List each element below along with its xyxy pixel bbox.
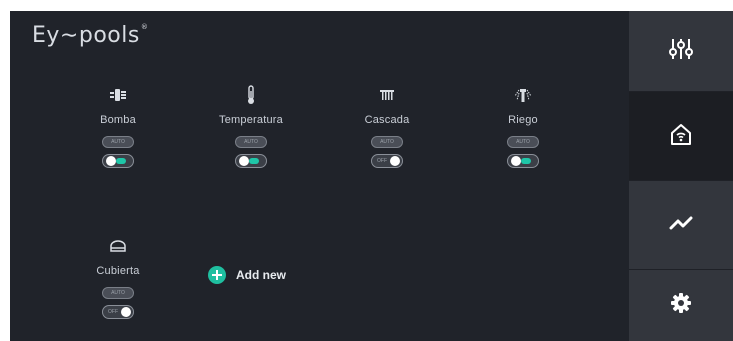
device-card-temperatura[interactable]: Temperatura AUTO — [201, 84, 301, 168]
toggle-off-text: OFF — [377, 158, 387, 164]
auto-mode-button[interactable]: AUTO — [235, 136, 267, 148]
thermometer-icon — [240, 84, 262, 106]
app-frame: Ey∼pools® Bomba AUTO Temperatura AUTO Ca… — [10, 11, 733, 341]
auto-mode-button[interactable]: AUTO — [102, 136, 134, 148]
brand-logo: Ey∼pools® — [32, 23, 148, 48]
add-new-button[interactable]: Add new — [208, 266, 286, 284]
device-card-riego[interactable]: Riego AUTO — [473, 84, 573, 168]
gear-icon — [670, 292, 692, 319]
power-toggle[interactable] — [102, 154, 134, 168]
power-toggle[interactable] — [235, 154, 267, 168]
sliders-icon — [668, 38, 694, 65]
auto-mode-button[interactable]: AUTO — [507, 136, 539, 148]
auto-mode-button[interactable]: AUTO — [371, 136, 403, 148]
pool-cover-icon — [107, 235, 129, 257]
toggle-knob — [390, 156, 400, 166]
toggle-knob — [239, 156, 249, 166]
toggle-on-indicator — [521, 158, 531, 164]
device-card-cascada[interactable]: Cascada AUTO OFF — [337, 84, 437, 168]
brand-name: Ey∼pools — [32, 23, 140, 48]
sidebar-item-stats[interactable] — [629, 181, 733, 269]
power-toggle[interactable] — [507, 154, 539, 168]
device-label: Riego — [508, 114, 538, 126]
sidebar-item-settings-sliders[interactable] — [629, 11, 733, 91]
toggle-off-text: OFF — [108, 309, 118, 315]
sidebar-nav — [629, 11, 733, 341]
irrigation-icon — [512, 84, 534, 106]
toggle-on-indicator — [249, 158, 259, 164]
device-label: Temperatura — [219, 114, 283, 126]
toggle-knob — [511, 156, 521, 166]
auto-mode-button[interactable]: AUTO — [102, 287, 134, 299]
main-panel: Ey∼pools® Bomba AUTO Temperatura AUTO Ca… — [10, 11, 629, 341]
plus-icon — [208, 266, 226, 284]
power-toggle[interactable]: OFF — [371, 154, 403, 168]
toggle-knob — [121, 307, 131, 317]
device-card-cubierta[interactable]: Cubierta AUTO OFF — [68, 235, 168, 319]
smart-home-icon — [669, 122, 693, 151]
power-toggle[interactable]: OFF — [102, 305, 134, 319]
trend-chart-icon — [669, 215, 693, 236]
device-label: Bomba — [100, 114, 136, 126]
toggle-on-indicator — [116, 158, 126, 164]
add-new-label: Add new — [236, 268, 286, 282]
sidebar-item-settings[interactable] — [629, 270, 733, 341]
sidebar-item-home[interactable] — [629, 92, 733, 180]
device-label: Cascada — [364, 114, 410, 126]
pump-icon — [107, 84, 129, 106]
toggle-knob — [106, 156, 116, 166]
waterfall-icon — [376, 84, 398, 106]
device-card-bomba[interactable]: Bomba AUTO — [68, 84, 168, 168]
device-label: Cubierta — [96, 265, 140, 277]
brand-mark: ® — [140, 23, 149, 31]
